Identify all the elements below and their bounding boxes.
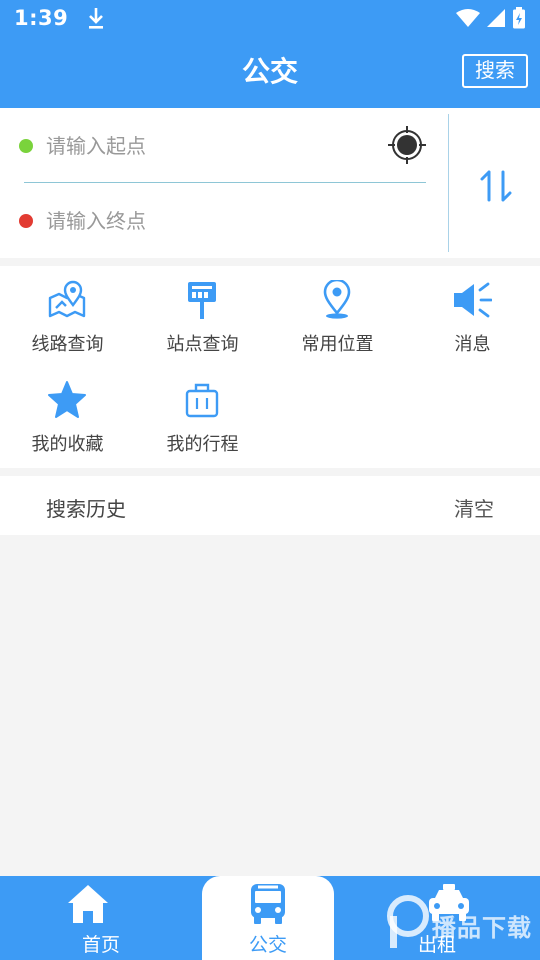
- app-bar: 公交 搜索: [0, 36, 540, 108]
- shortcut-messages[interactable]: 消息: [405, 266, 540, 366]
- start-dot: [19, 138, 33, 153]
- bus-icon: [251, 884, 285, 924]
- clear-history-button[interactable]: 清空: [454, 493, 494, 522]
- watermark-text: 播品下载: [432, 914, 532, 942]
- vertical-separator: [448, 114, 449, 252]
- start-row: [0, 108, 440, 183]
- tab-home[interactable]: 首页: [0, 876, 202, 960]
- shortcut-frequent-places[interactable]: 常用位置: [270, 266, 405, 366]
- download-icon: [86, 6, 106, 30]
- search-history-header: 搜索历史 清空: [0, 476, 540, 535]
- battery-charging-icon: [513, 7, 525, 29]
- swap-arrows-icon: [480, 170, 512, 202]
- location-pin-icon: [323, 280, 351, 319]
- shortcut-grid: 线路查询 站点查询 常用位置 消息 我的收藏 我的行程: [0, 266, 540, 468]
- shortcut-label: 我的行程: [166, 434, 239, 455]
- crosshair-locate-icon: [388, 126, 426, 164]
- shortcut-my-trips[interactable]: 我的行程: [135, 366, 270, 466]
- watermark-logo-icon: [387, 895, 429, 948]
- star-icon: [48, 381, 86, 418]
- route-map-icon: [48, 280, 86, 318]
- speaker-icon: [454, 282, 492, 318]
- wifi-icon: [456, 9, 480, 27]
- suitcase-icon: [185, 383, 219, 418]
- locate-button[interactable]: [388, 126, 426, 164]
- end-input[interactable]: [46, 208, 366, 233]
- shortcut-label: 我的收藏: [31, 434, 104, 455]
- start-input[interactable]: [46, 133, 366, 158]
- end-dot: [19, 213, 33, 228]
- page-title: 公交: [241, 55, 298, 88]
- tab-label: 首页: [81, 934, 120, 956]
- shortcut-label: 常用位置: [301, 334, 374, 355]
- tab-label: 公交: [248, 934, 287, 956]
- shortcut-favorites[interactable]: 我的收藏: [0, 366, 135, 466]
- shortcut-label: 站点查询: [166, 334, 239, 355]
- search-button[interactable]: 搜索: [462, 54, 528, 88]
- shortcut-label: 消息: [454, 334, 491, 355]
- route-planner: [0, 108, 540, 258]
- end-row: [0, 183, 440, 258]
- signal-icon: [487, 9, 505, 27]
- home-icon: [68, 885, 108, 923]
- status-bar: 1:39: [0, 0, 540, 36]
- watermark: 播品下载: [386, 880, 536, 956]
- status-time: 1:39: [14, 6, 69, 30]
- bus-stop-sign-icon: [188, 282, 216, 319]
- tab-bus[interactable]: 公交: [202, 876, 334, 960]
- swap-button[interactable]: [478, 166, 514, 206]
- shortcut-label: 线路查询: [31, 334, 104, 355]
- shortcut-stop-query[interactable]: 站点查询: [135, 266, 270, 366]
- shortcut-route-query[interactable]: 线路查询: [0, 266, 135, 366]
- search-history-title: 搜索历史: [46, 497, 126, 521]
